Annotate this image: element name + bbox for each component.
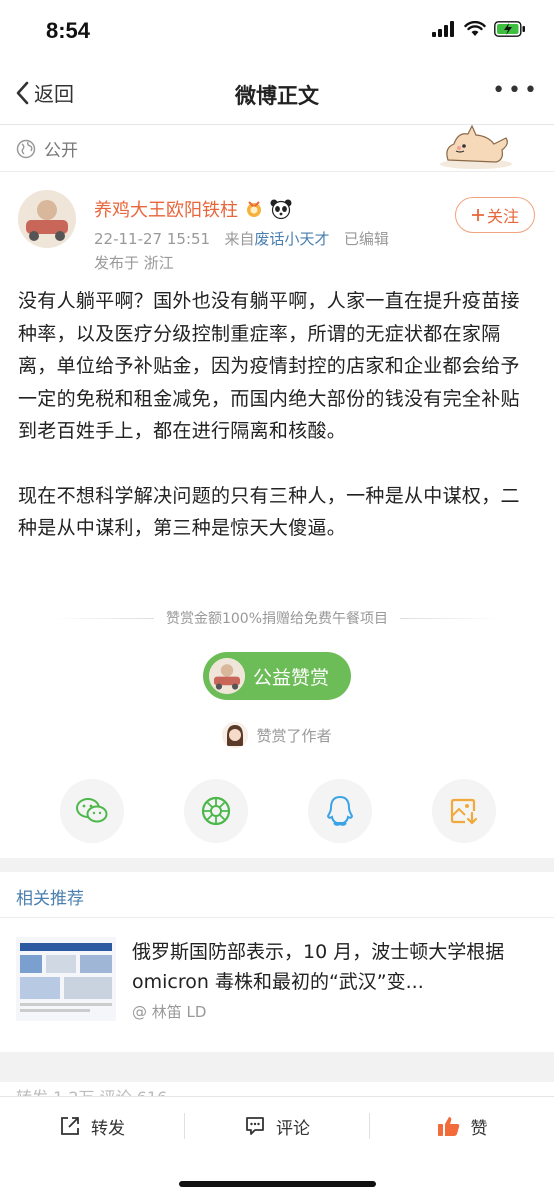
share-row bbox=[60, 779, 496, 843]
author-avatar[interactable] bbox=[18, 190, 76, 248]
visibility-row: 公开 bbox=[16, 136, 78, 161]
follow-label: 关注 bbox=[486, 207, 519, 226]
medal-icon bbox=[247, 201, 261, 217]
moments-icon bbox=[201, 796, 231, 826]
repost-button[interactable]: 转发 bbox=[0, 1114, 184, 1139]
related-item-author[interactable]: @ 林笛 LD bbox=[132, 1001, 206, 1022]
rewarded-row[interactable]: 赞赏了作者 bbox=[0, 722, 554, 748]
edited-badge: 已编辑 bbox=[343, 230, 389, 248]
divider bbox=[0, 171, 554, 172]
globe-icon bbox=[16, 139, 36, 158]
post-paragraph-1: 没有人躺平啊？国外也没有躺平啊，人家一直在提升疫苗接种率，以及医疗分级控制重症率… bbox=[18, 290, 520, 442]
wechat-icon bbox=[76, 798, 108, 823]
plus-icon bbox=[471, 209, 484, 221]
author-name-row[interactable]: 养鸡大王欧阳铁柱 bbox=[94, 196, 292, 222]
reward-note: 赞赏金额100%捐赠给免费午餐项目 bbox=[0, 608, 554, 628]
repost-icon bbox=[61, 1117, 79, 1135]
section-band bbox=[0, 858, 554, 872]
bottom-action-row: 转发 评论 赞 bbox=[0, 1097, 554, 1155]
qq-icon bbox=[326, 795, 354, 826]
divider bbox=[400, 617, 501, 619]
wifi-icon bbox=[464, 21, 486, 36]
signal-icon bbox=[432, 21, 454, 37]
visibility-label: 公开 bbox=[44, 141, 78, 161]
like-label: 赞 bbox=[470, 1118, 488, 1139]
share-wechat-button[interactable] bbox=[60, 779, 124, 843]
comment-icon bbox=[246, 1117, 264, 1135]
comment-button[interactable]: 评论 bbox=[185, 1114, 369, 1139]
related-item[interactable]: 俄罗斯国防部表示，10 月，波士顿大学根据 omicron 毒株和最初的“武汉”… bbox=[0, 921, 554, 1039]
section-band bbox=[0, 1052, 554, 1082]
home-indicator[interactable] bbox=[179, 1181, 376, 1187]
thumbs-up-icon bbox=[437, 1117, 459, 1136]
share-qq-button[interactable] bbox=[308, 779, 372, 843]
related-thumbnail bbox=[16, 937, 116, 1021]
status-time: 8:54 bbox=[46, 18, 91, 43]
post-location: 发布于 浙江 bbox=[94, 254, 174, 272]
related-title: 相关推荐 bbox=[16, 889, 84, 909]
comment-label: 评论 bbox=[276, 1118, 310, 1139]
save-image-button[interactable] bbox=[432, 779, 496, 843]
post-date: 22-11-27 15:51 bbox=[94, 230, 211, 248]
author-name[interactable]: 养鸡大王欧阳铁柱 bbox=[94, 196, 238, 222]
panda-icon bbox=[270, 199, 292, 219]
post-paragraph-2: 现在不想科学解决问题的只有三种人，一种是从中谋权，二种是从中谋利，第三种是惊天大… bbox=[18, 484, 520, 540]
divider bbox=[53, 617, 154, 619]
reward-note-text: 赞赏金额100%捐赠给免费午餐项目 bbox=[165, 611, 389, 627]
author-avatar-small bbox=[209, 658, 245, 694]
reward-button-label: 公益赞赏 bbox=[253, 666, 330, 689]
dog-mascot-icon bbox=[440, 124, 512, 169]
reward-button[interactable]: 公益赞赏 bbox=[203, 652, 351, 700]
rewarder-avatar bbox=[222, 722, 249, 748]
save-image-icon bbox=[450, 798, 478, 825]
battery-charging-icon bbox=[494, 21, 525, 37]
post-meta: 22-11-27 15:51 来自废话小天才 已编辑 bbox=[94, 228, 389, 249]
post-source-link[interactable]: 废话小天才 bbox=[254, 230, 329, 248]
related-item-title[interactable]: 俄罗斯国防部表示，10 月，波士顿大学根据 omicron 毒株和最初的“武汉”… bbox=[132, 937, 536, 997]
avatar-image bbox=[18, 190, 76, 248]
page-title: 微博正文 bbox=[235, 84, 319, 108]
divider bbox=[0, 917, 554, 918]
follow-button[interactable]: 关注 bbox=[455, 197, 535, 233]
repost-label: 转发 bbox=[91, 1118, 125, 1139]
rewarded-text: 赞赏了作者 bbox=[256, 726, 332, 745]
like-button[interactable]: 赞 bbox=[370, 1114, 554, 1139]
post-body: 没有人躺平啊？国外也没有躺平啊，人家一直在提升疫苗接种率，以及医疗分级控制重症率… bbox=[18, 285, 536, 545]
status-icons bbox=[432, 21, 526, 37]
nav-bar: 返回 微博正文 ••• bbox=[0, 64, 554, 125]
post-source-prefix: 来自 bbox=[224, 230, 255, 248]
more-icon[interactable]: ••• bbox=[492, 78, 540, 103]
share-moments-button[interactable] bbox=[184, 779, 248, 843]
